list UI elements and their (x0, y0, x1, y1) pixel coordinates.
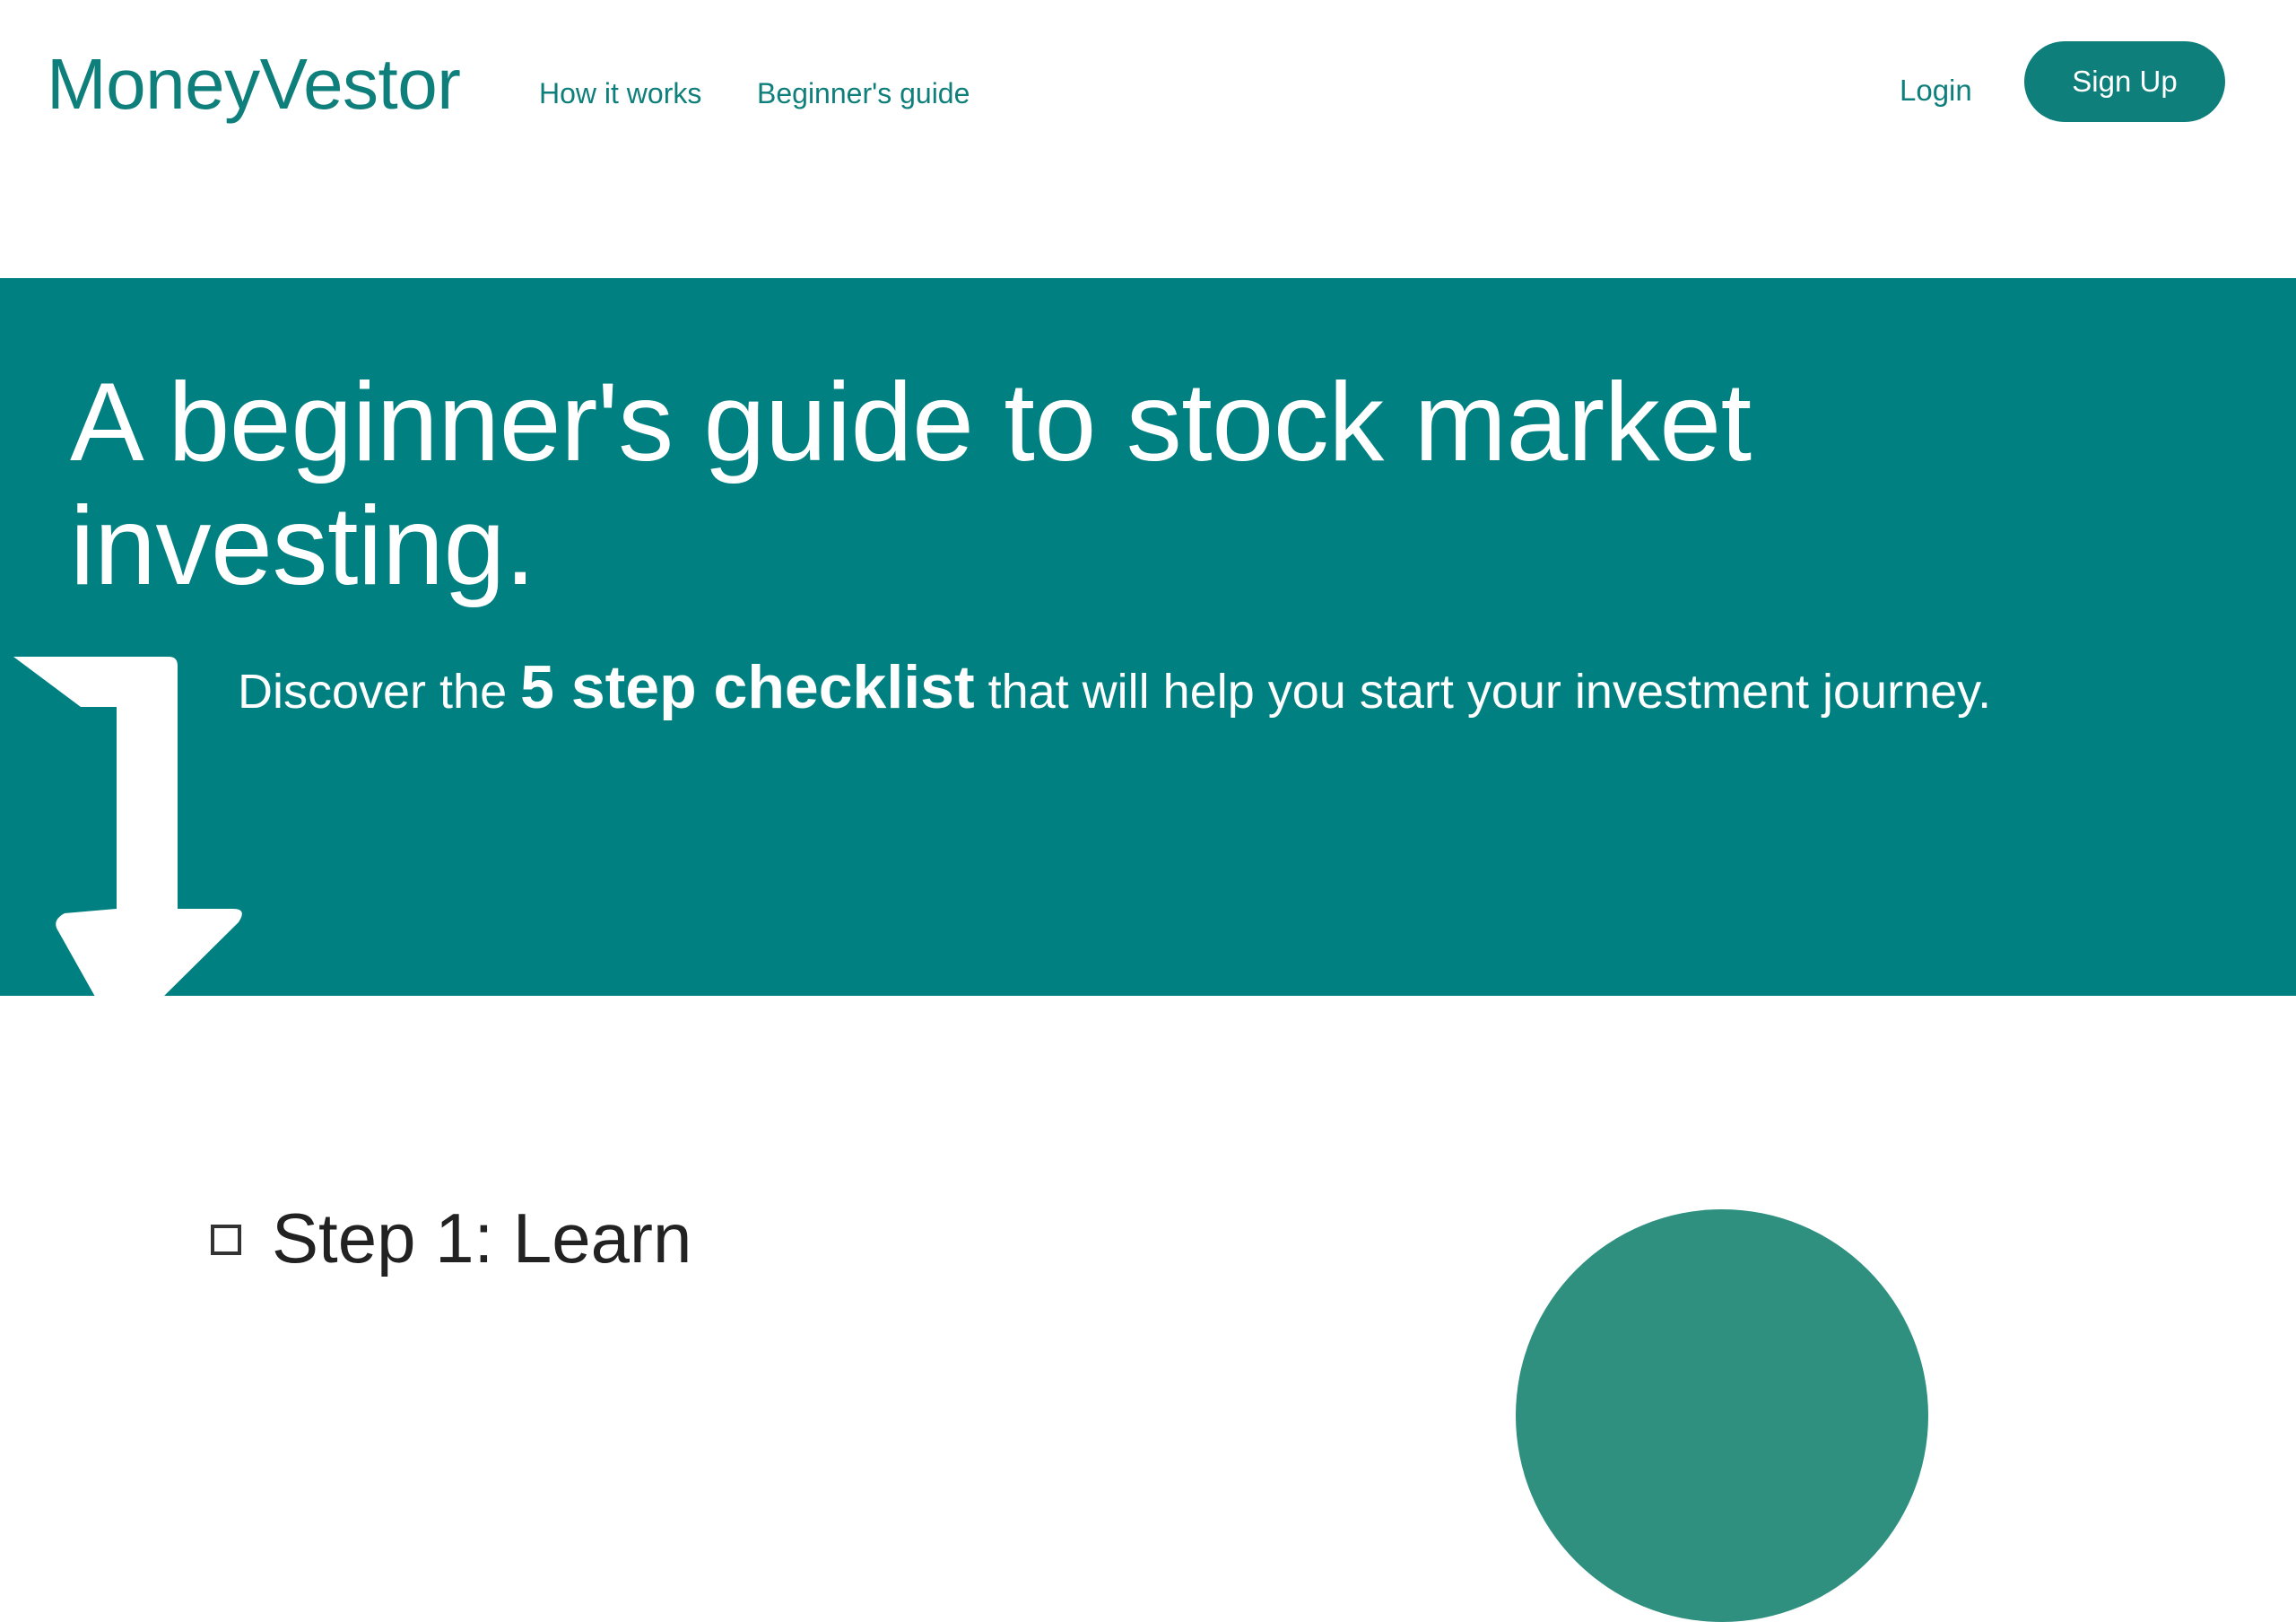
hero-subtitle-prefix: Discover the (238, 665, 521, 719)
sign-up-button[interactable]: Sign Up (2024, 41, 2225, 122)
hero-title: A beginner's guide to stock market inves… (70, 361, 1752, 608)
decorative-circle (1516, 1209, 1928, 1622)
hero-subtitle-emphasis: 5 step checklist (520, 653, 975, 721)
nav-how-it-works[interactable]: How it works (539, 75, 701, 111)
hero-subtitle: Discover the 5 step checklist that will … (238, 655, 2265, 724)
step-item: Step 1: Learn (211, 1184, 691, 1292)
step-checkbox[interactable] (211, 1225, 241, 1255)
login-link[interactable]: Login (1900, 72, 1972, 109)
step-title: Step 1: Learn (272, 1199, 692, 1278)
nav-beginners-guide[interactable]: Beginner's guide (757, 75, 970, 111)
site-header: MoneyVestor How it works Beginner's guid… (0, 0, 2296, 278)
hero-banner: A beginner's guide to stock market inves… (0, 278, 2296, 996)
arrow-turn-down-icon (13, 657, 242, 996)
hero-subtitle-suffix: that will help you start your investment… (974, 665, 1992, 719)
brand-logo[interactable]: MoneyVestor (47, 41, 461, 127)
